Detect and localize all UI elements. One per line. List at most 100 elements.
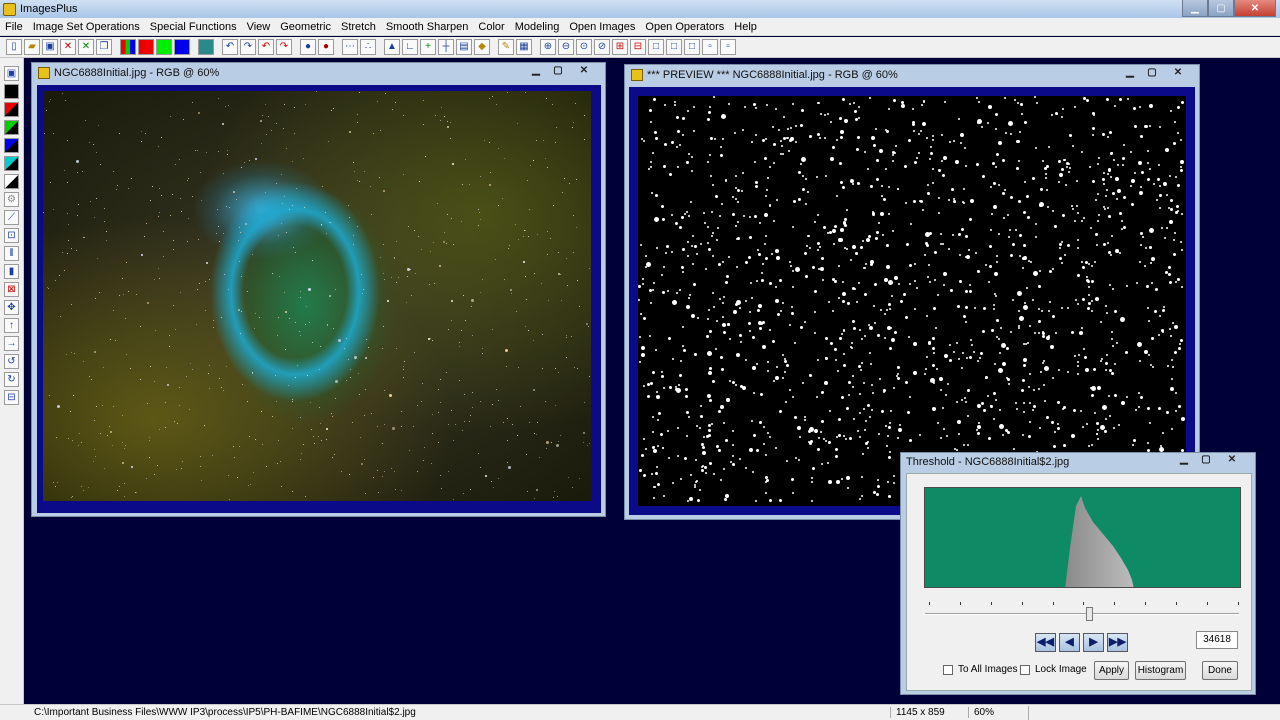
- menu-geometric[interactable]: Geometric: [275, 21, 336, 33]
- close-green-icon[interactable]: ✕: [78, 39, 94, 55]
- frame-2-icon[interactable]: □: [666, 39, 682, 55]
- to-all-images-checkbox[interactable]: To All Images: [943, 664, 1017, 675]
- levels-icon[interactable]: ▤: [456, 39, 472, 55]
- save-icon[interactable]: ▣: [4, 66, 19, 81]
- black-square-icon[interactable]: [4, 84, 19, 99]
- menu-special-functions[interactable]: Special Functions: [145, 21, 242, 33]
- menu-view[interactable]: View: [242, 21, 276, 33]
- red-channel-icon[interactable]: [138, 39, 154, 55]
- done-button[interactable]: Done: [1202, 661, 1238, 680]
- menu-open-operators[interactable]: Open Operators: [640, 21, 729, 33]
- blue-channel-icon[interactable]: [174, 39, 190, 55]
- pencil-icon[interactable]: ✎: [498, 39, 514, 55]
- bars-icon[interactable]: ⫴: [4, 246, 19, 261]
- original-image-window[interactable]: NGC6888Initial.jpg - RGB @ 60% ▁ ▢ ✕: [31, 62, 606, 517]
- grid-icon[interactable]: [198, 39, 214, 55]
- threshold-slider-thumb[interactable]: [1086, 607, 1094, 621]
- frame-4-icon[interactable]: ▫: [702, 39, 718, 55]
- magnify-icon[interactable]: ⊠: [4, 282, 19, 297]
- black-white-icon[interactable]: [4, 174, 19, 189]
- to-all-images-box[interactable]: [943, 664, 953, 675]
- remove-red-icon[interactable]: ⊟: [630, 39, 646, 55]
- menu-help[interactable]: Help: [729, 21, 762, 33]
- threshold-value-field[interactable]: 34618: [1196, 631, 1238, 649]
- circle-red-icon[interactable]: ●: [318, 39, 334, 55]
- menu-open-images[interactable]: Open Images: [564, 21, 640, 33]
- menu-file[interactable]: File: [0, 21, 28, 33]
- close-icon[interactable]: ✕: [569, 64, 599, 78]
- rotate-right-icon[interactable]: ↻: [4, 372, 19, 387]
- minimize-icon[interactable]: ▁: [1119, 66, 1141, 80]
- fit-icon[interactable]: ⊟: [4, 390, 19, 405]
- close-red-icon[interactable]: ✕: [60, 39, 76, 55]
- table-icon[interactable]: ▦: [516, 39, 532, 55]
- apply-button[interactable]: Apply: [1094, 661, 1129, 680]
- frame-1-icon[interactable]: □: [648, 39, 664, 55]
- target-icon[interactable]: ⊡: [4, 228, 19, 243]
- step-back-button[interactable]: ◀: [1059, 633, 1080, 652]
- step-forward-button[interactable]: ▶: [1083, 633, 1104, 652]
- threshold-slider-track[interactable]: [925, 613, 1239, 615]
- step-forward-fast-button[interactable]: ▶▶: [1107, 633, 1128, 652]
- maximize-icon[interactable]: ▢: [1208, 0, 1234, 17]
- menu-modeling[interactable]: Modeling: [510, 21, 565, 33]
- rotate-left-icon[interactable]: ↺: [4, 354, 19, 369]
- histogram-icon[interactable]: ▲: [384, 39, 400, 55]
- close-icon[interactable]: ✕: [1234, 0, 1276, 17]
- add-red-icon[interactable]: ⊞: [612, 39, 628, 55]
- blue-black-icon[interactable]: [4, 138, 19, 153]
- zoom-in-icon[interactable]: ⊕: [540, 39, 556, 55]
- threshold-preview-image[interactable]: [638, 96, 1186, 506]
- brush-icon[interactable]: ◆: [474, 39, 490, 55]
- black-bar-icon[interactable]: ▮: [4, 264, 19, 279]
- scatter-icon[interactable]: ∴: [360, 39, 376, 55]
- save-icon[interactable]: ▣: [42, 39, 58, 55]
- zoom-out-icon[interactable]: ⊖: [558, 39, 574, 55]
- red-black-icon[interactable]: [4, 102, 19, 117]
- open-folder-icon[interactable]: ▰: [24, 39, 40, 55]
- lock-image-box[interactable]: [1020, 664, 1030, 675]
- zoom-reset-icon[interactable]: ⊘: [594, 39, 610, 55]
- minimize-icon[interactable]: ▁: [525, 64, 547, 78]
- arrow-up-icon[interactable]: ↑: [4, 318, 19, 333]
- rgb-channels-icon[interactable]: [120, 39, 136, 55]
- preview-window-titlebar[interactable]: *** PREVIEW *** NGC6888Initial.jpg - RGB…: [625, 65, 1199, 85]
- add-green-icon[interactable]: +: [420, 39, 436, 55]
- threshold-dialog[interactable]: Threshold - NGC6888Initial$2.jpg ▁ ▢ ✕ ◀…: [900, 452, 1256, 695]
- copy-icon[interactable]: ❐: [96, 39, 112, 55]
- arrow-right-icon[interactable]: →: [4, 336, 19, 351]
- maximize-icon[interactable]: ▢: [1141, 66, 1163, 80]
- new-file-icon[interactable]: ▯: [6, 39, 22, 55]
- step-back-fast-button[interactable]: ◀◀: [1035, 633, 1056, 652]
- maximize-icon[interactable]: ▢: [1195, 453, 1217, 467]
- green-channel-icon[interactable]: [156, 39, 172, 55]
- close-icon[interactable]: ✕: [1163, 66, 1193, 80]
- histogram-button[interactable]: Histogram: [1135, 661, 1186, 680]
- zoom-fit-icon[interactable]: ⊙: [576, 39, 592, 55]
- undo-icon[interactable]: ↶: [222, 39, 238, 55]
- redo-red-icon[interactable]: ↷: [276, 39, 292, 55]
- crosshair-icon[interactable]: ┼: [438, 39, 454, 55]
- nebula-image[interactable]: [43, 91, 591, 501]
- redo-icon[interactable]: ↷: [240, 39, 256, 55]
- menu-stretch[interactable]: Stretch: [336, 21, 381, 33]
- original-window-titlebar[interactable]: NGC6888Initial.jpg - RGB @ 60%: [32, 63, 605, 83]
- undo-red-icon[interactable]: ↶: [258, 39, 274, 55]
- lock-image-checkbox[interactable]: Lock Image: [1020, 664, 1087, 675]
- crop-icon[interactable]: ∟: [402, 39, 418, 55]
- minimize-icon[interactable]: ▁: [1182, 0, 1208, 17]
- gear-icon[interactable]: ⚙: [4, 192, 19, 207]
- diagonal-icon[interactable]: ⟋: [4, 210, 19, 225]
- maximize-icon[interactable]: ▢: [547, 64, 569, 78]
- menu-smooth-sharpen[interactable]: Smooth Sharpen: [381, 21, 474, 33]
- frame-5-icon[interactable]: ▫: [720, 39, 736, 55]
- menu-image-set-operations[interactable]: Image Set Operations: [28, 21, 145, 33]
- frame-3-icon[interactable]: □: [684, 39, 700, 55]
- minimize-icon[interactable]: ▁: [1173, 453, 1195, 467]
- close-icon[interactable]: ✕: [1217, 453, 1247, 467]
- green-black-icon[interactable]: [4, 120, 19, 135]
- dots-icon[interactable]: ⋯: [342, 39, 358, 55]
- move-icon[interactable]: ✥: [4, 300, 19, 315]
- circle-mask-icon[interactable]: ●: [300, 39, 316, 55]
- cyan-black-icon[interactable]: [4, 156, 19, 171]
